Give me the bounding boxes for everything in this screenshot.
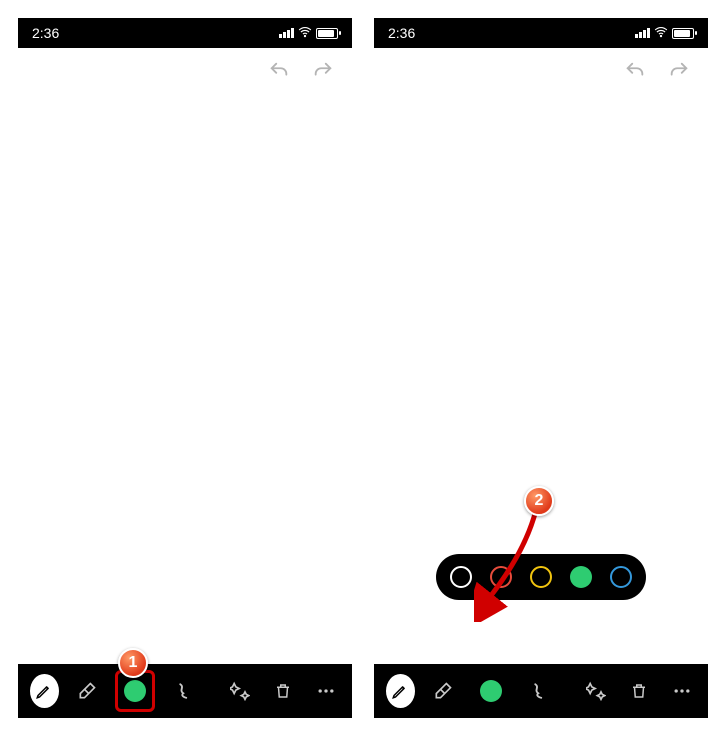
- phone-right: 2:36 2: [374, 18, 708, 718]
- effects-tool[interactable]: [226, 674, 255, 708]
- redo-icon[interactable]: [668, 60, 690, 87]
- color-swatch-yellow[interactable]: [530, 566, 552, 588]
- color-tool[interactable]: [472, 670, 511, 712]
- color-swatch-red[interactable]: [490, 566, 512, 588]
- drawing-canvas[interactable]: [18, 98, 352, 664]
- status-indicators: [635, 25, 694, 42]
- more-tool[interactable]: [311, 674, 340, 708]
- color-swatch-black[interactable]: [450, 566, 472, 588]
- delete-tool[interactable]: [624, 674, 653, 708]
- delete-tool[interactable]: [269, 674, 298, 708]
- status-time: 2:36: [32, 25, 59, 41]
- eraser-tool[interactable]: [429, 674, 458, 708]
- active-color-dot: [124, 680, 146, 702]
- status-indicators: [279, 25, 338, 42]
- battery-icon: [316, 28, 338, 39]
- app-topbar: [374, 48, 708, 98]
- color-swatch-blue[interactable]: [610, 566, 632, 588]
- undo-icon[interactable]: [624, 60, 646, 87]
- bottom-toolbar: [374, 664, 708, 718]
- battery-icon: [672, 28, 694, 39]
- undo-icon[interactable]: [268, 60, 290, 87]
- pen-tool[interactable]: [30, 674, 59, 708]
- wifi-icon: [298, 25, 312, 42]
- wifi-icon: [654, 25, 668, 42]
- effects-tool[interactable]: [582, 674, 611, 708]
- redo-icon[interactable]: [312, 60, 334, 87]
- more-tool[interactable]: [667, 674, 696, 708]
- line-style-tool[interactable]: [525, 674, 554, 708]
- step-badge-2: 2: [524, 486, 554, 516]
- signal-icon: [279, 28, 294, 38]
- drawing-canvas[interactable]: 2: [374, 98, 708, 664]
- step-badge-1: 1: [118, 648, 148, 678]
- pen-tool[interactable]: [386, 674, 415, 708]
- status-bar: 2:36: [18, 18, 352, 48]
- active-color-dot: [480, 680, 502, 702]
- color-swatch-green[interactable]: [570, 566, 592, 588]
- eraser-tool[interactable]: [73, 674, 102, 708]
- app-topbar: [18, 48, 352, 98]
- status-time: 2:36: [388, 25, 415, 41]
- phone-left: 2:36 1: [18, 18, 352, 718]
- signal-icon: [635, 28, 650, 38]
- bottom-toolbar: [18, 664, 352, 718]
- color-picker-popup: [436, 554, 646, 600]
- line-style-tool[interactable]: [169, 674, 198, 708]
- status-bar: 2:36: [374, 18, 708, 48]
